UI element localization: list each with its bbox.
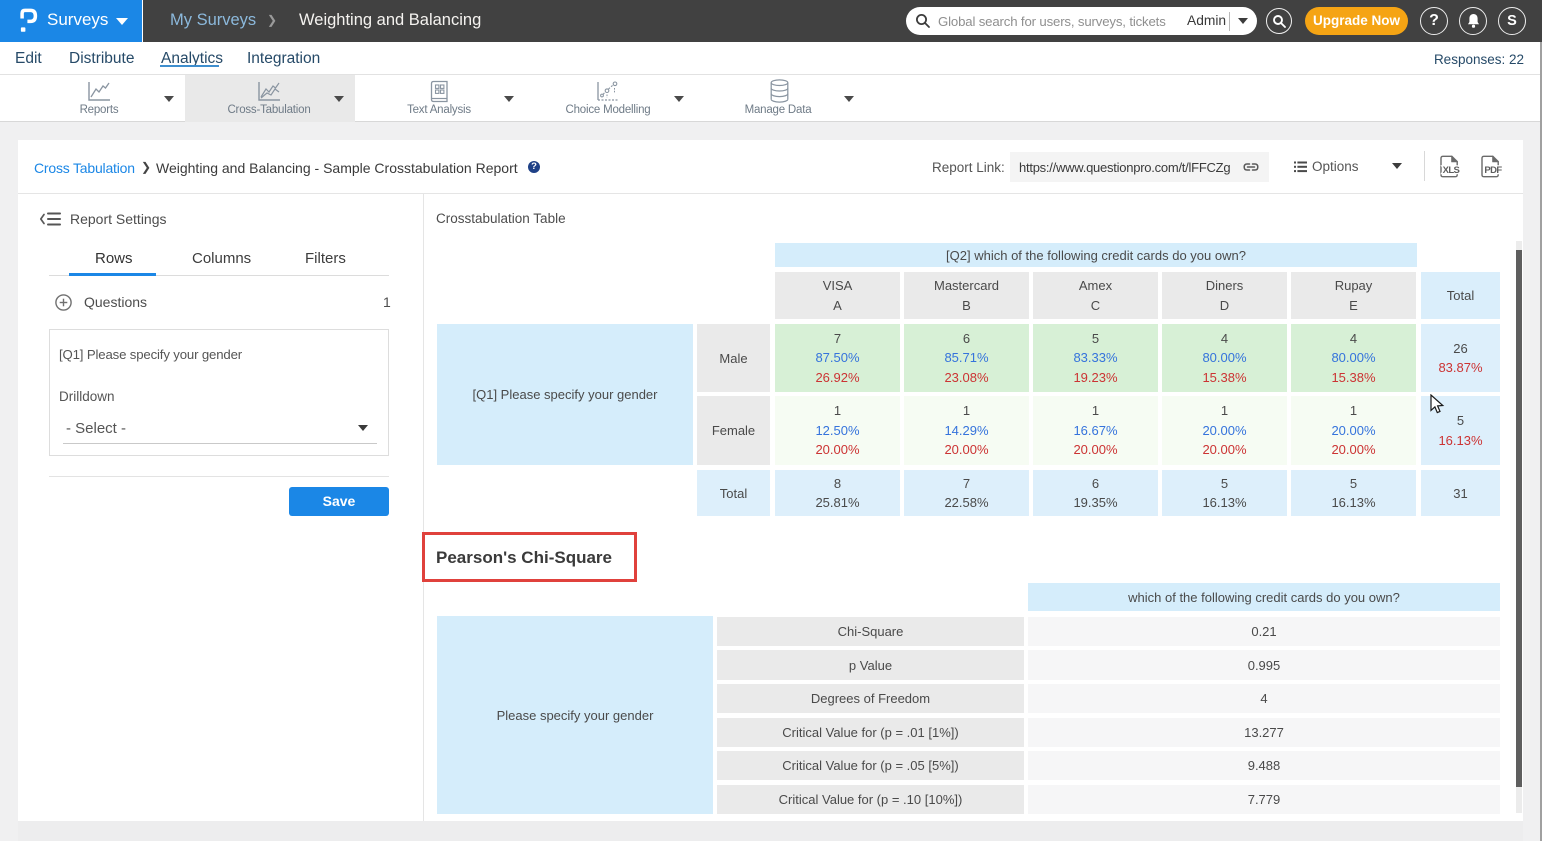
svg-text:XLS: XLS <box>1443 165 1460 176</box>
svg-text:PDF: PDF <box>1484 165 1502 176</box>
